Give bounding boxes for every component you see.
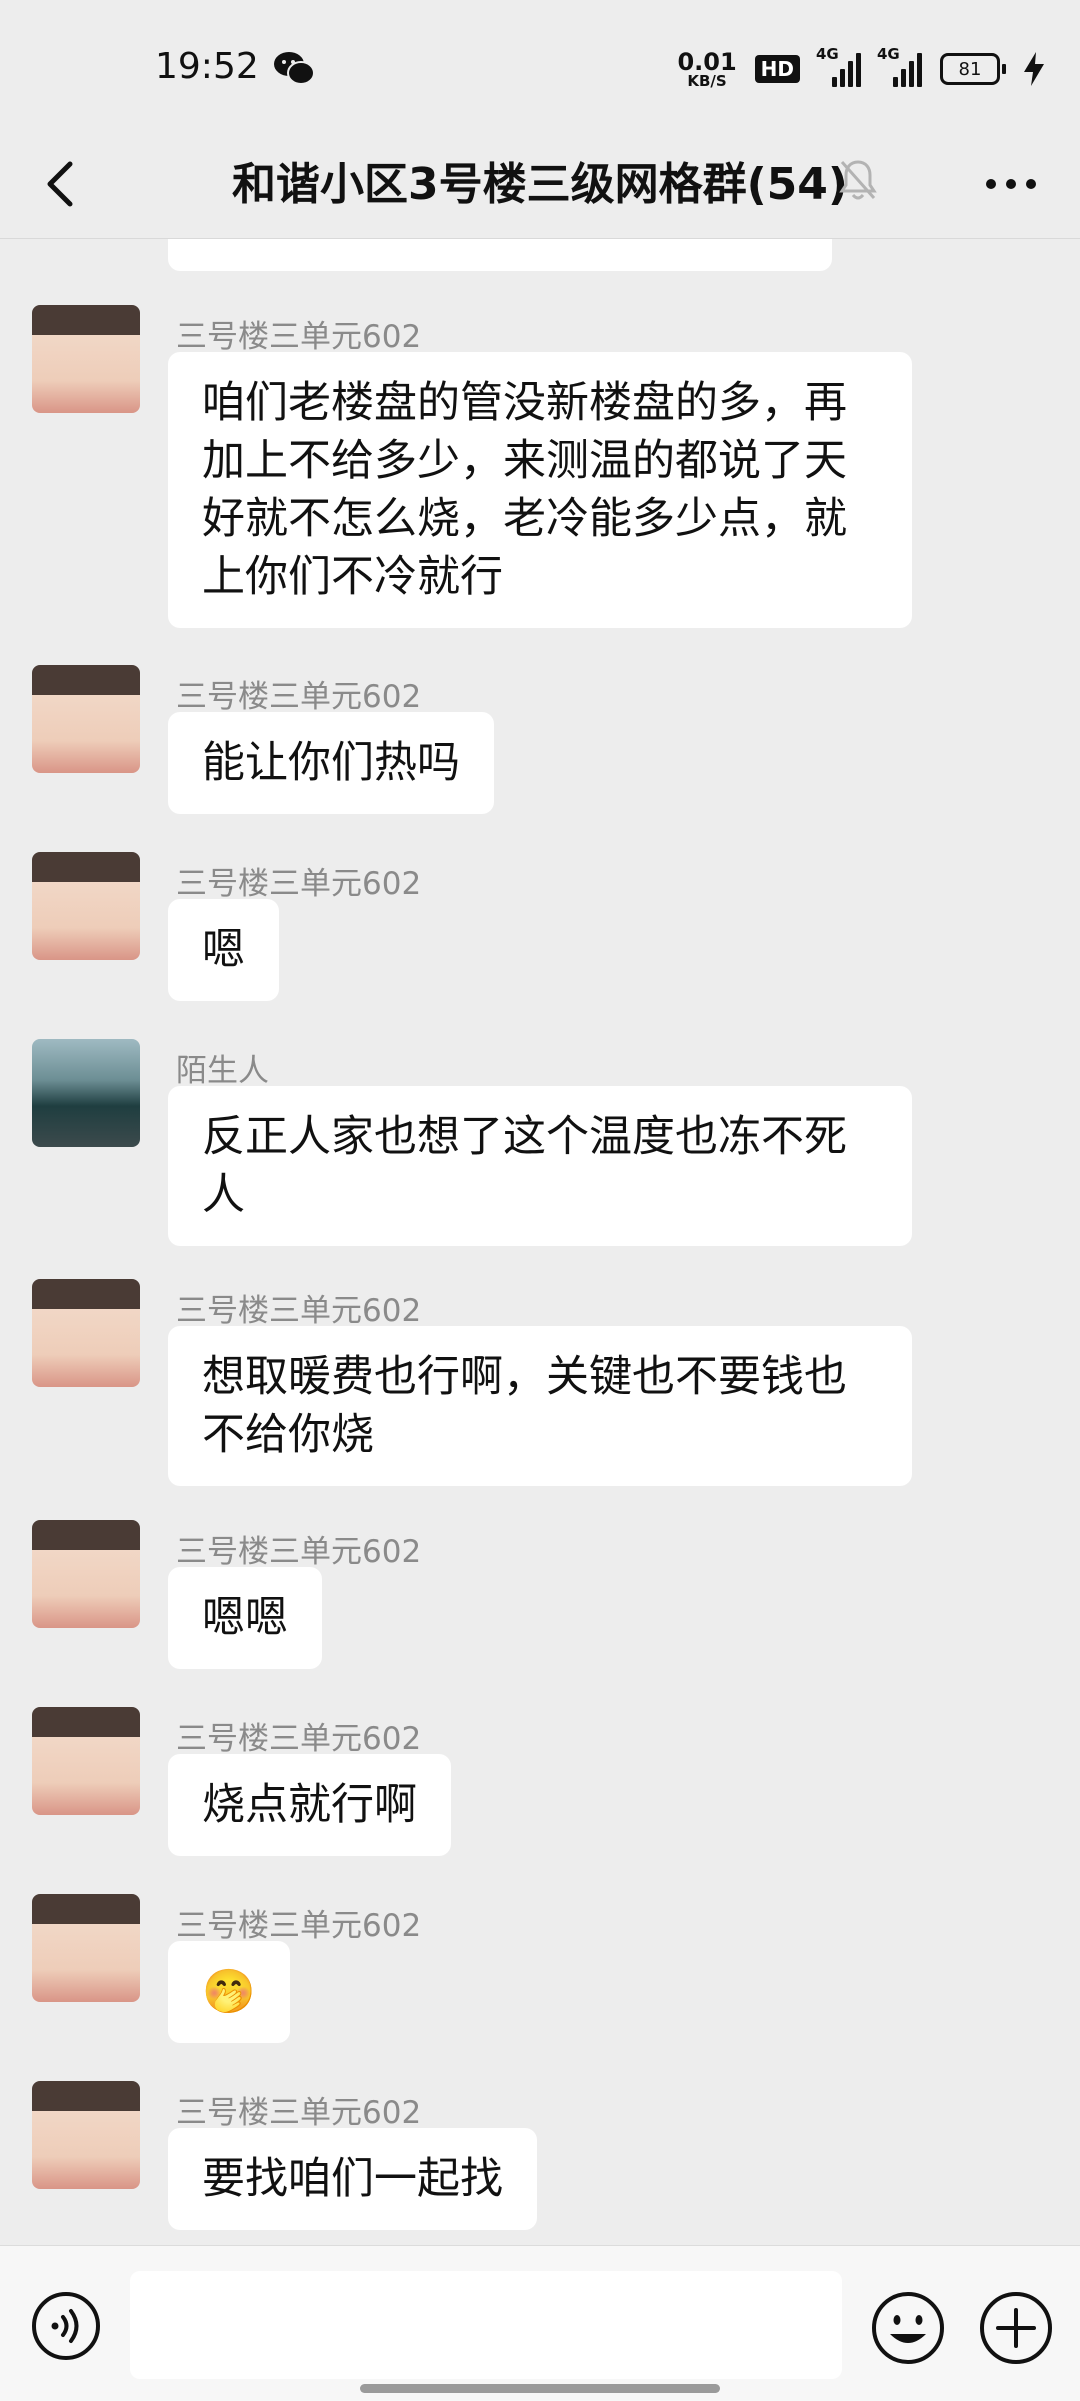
plus-icon[interactable] [978, 2290, 1054, 2366]
battery-level: 81 [958, 58, 982, 80]
avatar[interactable] [32, 852, 140, 960]
sender-name: 三号楼三单元602 [176, 1293, 422, 1329]
message-bubble[interactable]: 反正人家也想了这个温度也冻不死人 [168, 1086, 912, 1246]
more-icon[interactable] [976, 152, 1046, 216]
input-bar [0, 2245, 1080, 2401]
avatar[interactable] [32, 1707, 140, 1815]
signal-icon: 4G [816, 45, 861, 87]
signal-icon: 4G [877, 45, 922, 87]
net-speed-unit: KB/S [687, 71, 727, 90]
sim2-label: 4G [877, 45, 900, 63]
sender-name: 三号楼三单元602 [176, 1908, 422, 1944]
sender-name: 三号楼三单元602 [176, 319, 422, 355]
message-bubble-partial[interactable] [168, 239, 832, 271]
sender-name: 三号楼三单元602 [176, 1534, 422, 1570]
avatar[interactable] [32, 2081, 140, 2189]
message-bubble[interactable]: 能让你们热吗 [168, 712, 494, 814]
net-speed-value: 0.01 [677, 47, 737, 76]
message-bubble[interactable]: 想取暖费也行啊，关键也不要钱也不给你烧 [168, 1326, 912, 1486]
page-title[interactable]: 和谐小区3号楼三级网格群(54) [0, 148, 1080, 212]
sender-name: 三号楼三单元602 [176, 866, 422, 902]
message-bubble[interactable]: 嗯嗯 [168, 1567, 322, 1669]
hd-voice-icon: HD [754, 55, 800, 83]
message-bubble[interactable]: 要找咱们一起找 [168, 2128, 537, 2230]
message-bubble[interactable]: 咱们老楼盘的管没新楼盘的多，再加上不给多少，来测温的都说了天好就不怎么烧，老冷能… [168, 352, 912, 628]
message-input[interactable] [130, 2271, 842, 2379]
home-indicator[interactable] [360, 2384, 720, 2393]
avatar[interactable] [32, 1039, 140, 1147]
avatar[interactable] [32, 305, 140, 413]
chat-header: 和谐小区3号楼三级网格群(54) [0, 130, 1080, 239]
sender-name: 三号楼三单元602 [176, 2095, 422, 2131]
status-indicators: 0.01 KB/S HD 4G 4G 81 [677, 44, 1044, 94]
wechat-icon [274, 52, 315, 85]
charging-icon [1024, 52, 1044, 86]
avatar[interactable] [32, 1279, 140, 1387]
status-time: 19:52 [155, 46, 259, 87]
sender-name: 三号楼三单元602 [176, 679, 422, 715]
emoji-icon[interactable] [870, 2290, 946, 2366]
sender-name: 陌生人 [176, 1053, 269, 1089]
message-bubble[interactable]: 🤭 [168, 1941, 290, 2043]
avatar[interactable] [32, 1894, 140, 2002]
avatar[interactable] [32, 1520, 140, 1628]
status-bar: 19:52 0.01 KB/S HD 4G 4G 81 [0, 0, 1080, 130]
battery-icon: 81 [940, 53, 1006, 85]
message-bubble[interactable]: 嗯 [168, 899, 279, 1001]
sender-name: 三号楼三单元602 [176, 1721, 422, 1757]
mute-icon [839, 160, 877, 200]
avatar[interactable] [32, 665, 140, 773]
message-bubble[interactable]: 烧点就行啊 [168, 1754, 451, 1856]
message-list[interactable]: 三号楼三单元602 咱们老楼盘的管没新楼盘的多，再加上不给多少，来测温的都说了天… [0, 239, 1080, 2245]
net-speed: 0.01 KB/S [677, 50, 736, 89]
sim1-label: 4G [816, 45, 839, 63]
voice-icon[interactable] [30, 2290, 102, 2362]
